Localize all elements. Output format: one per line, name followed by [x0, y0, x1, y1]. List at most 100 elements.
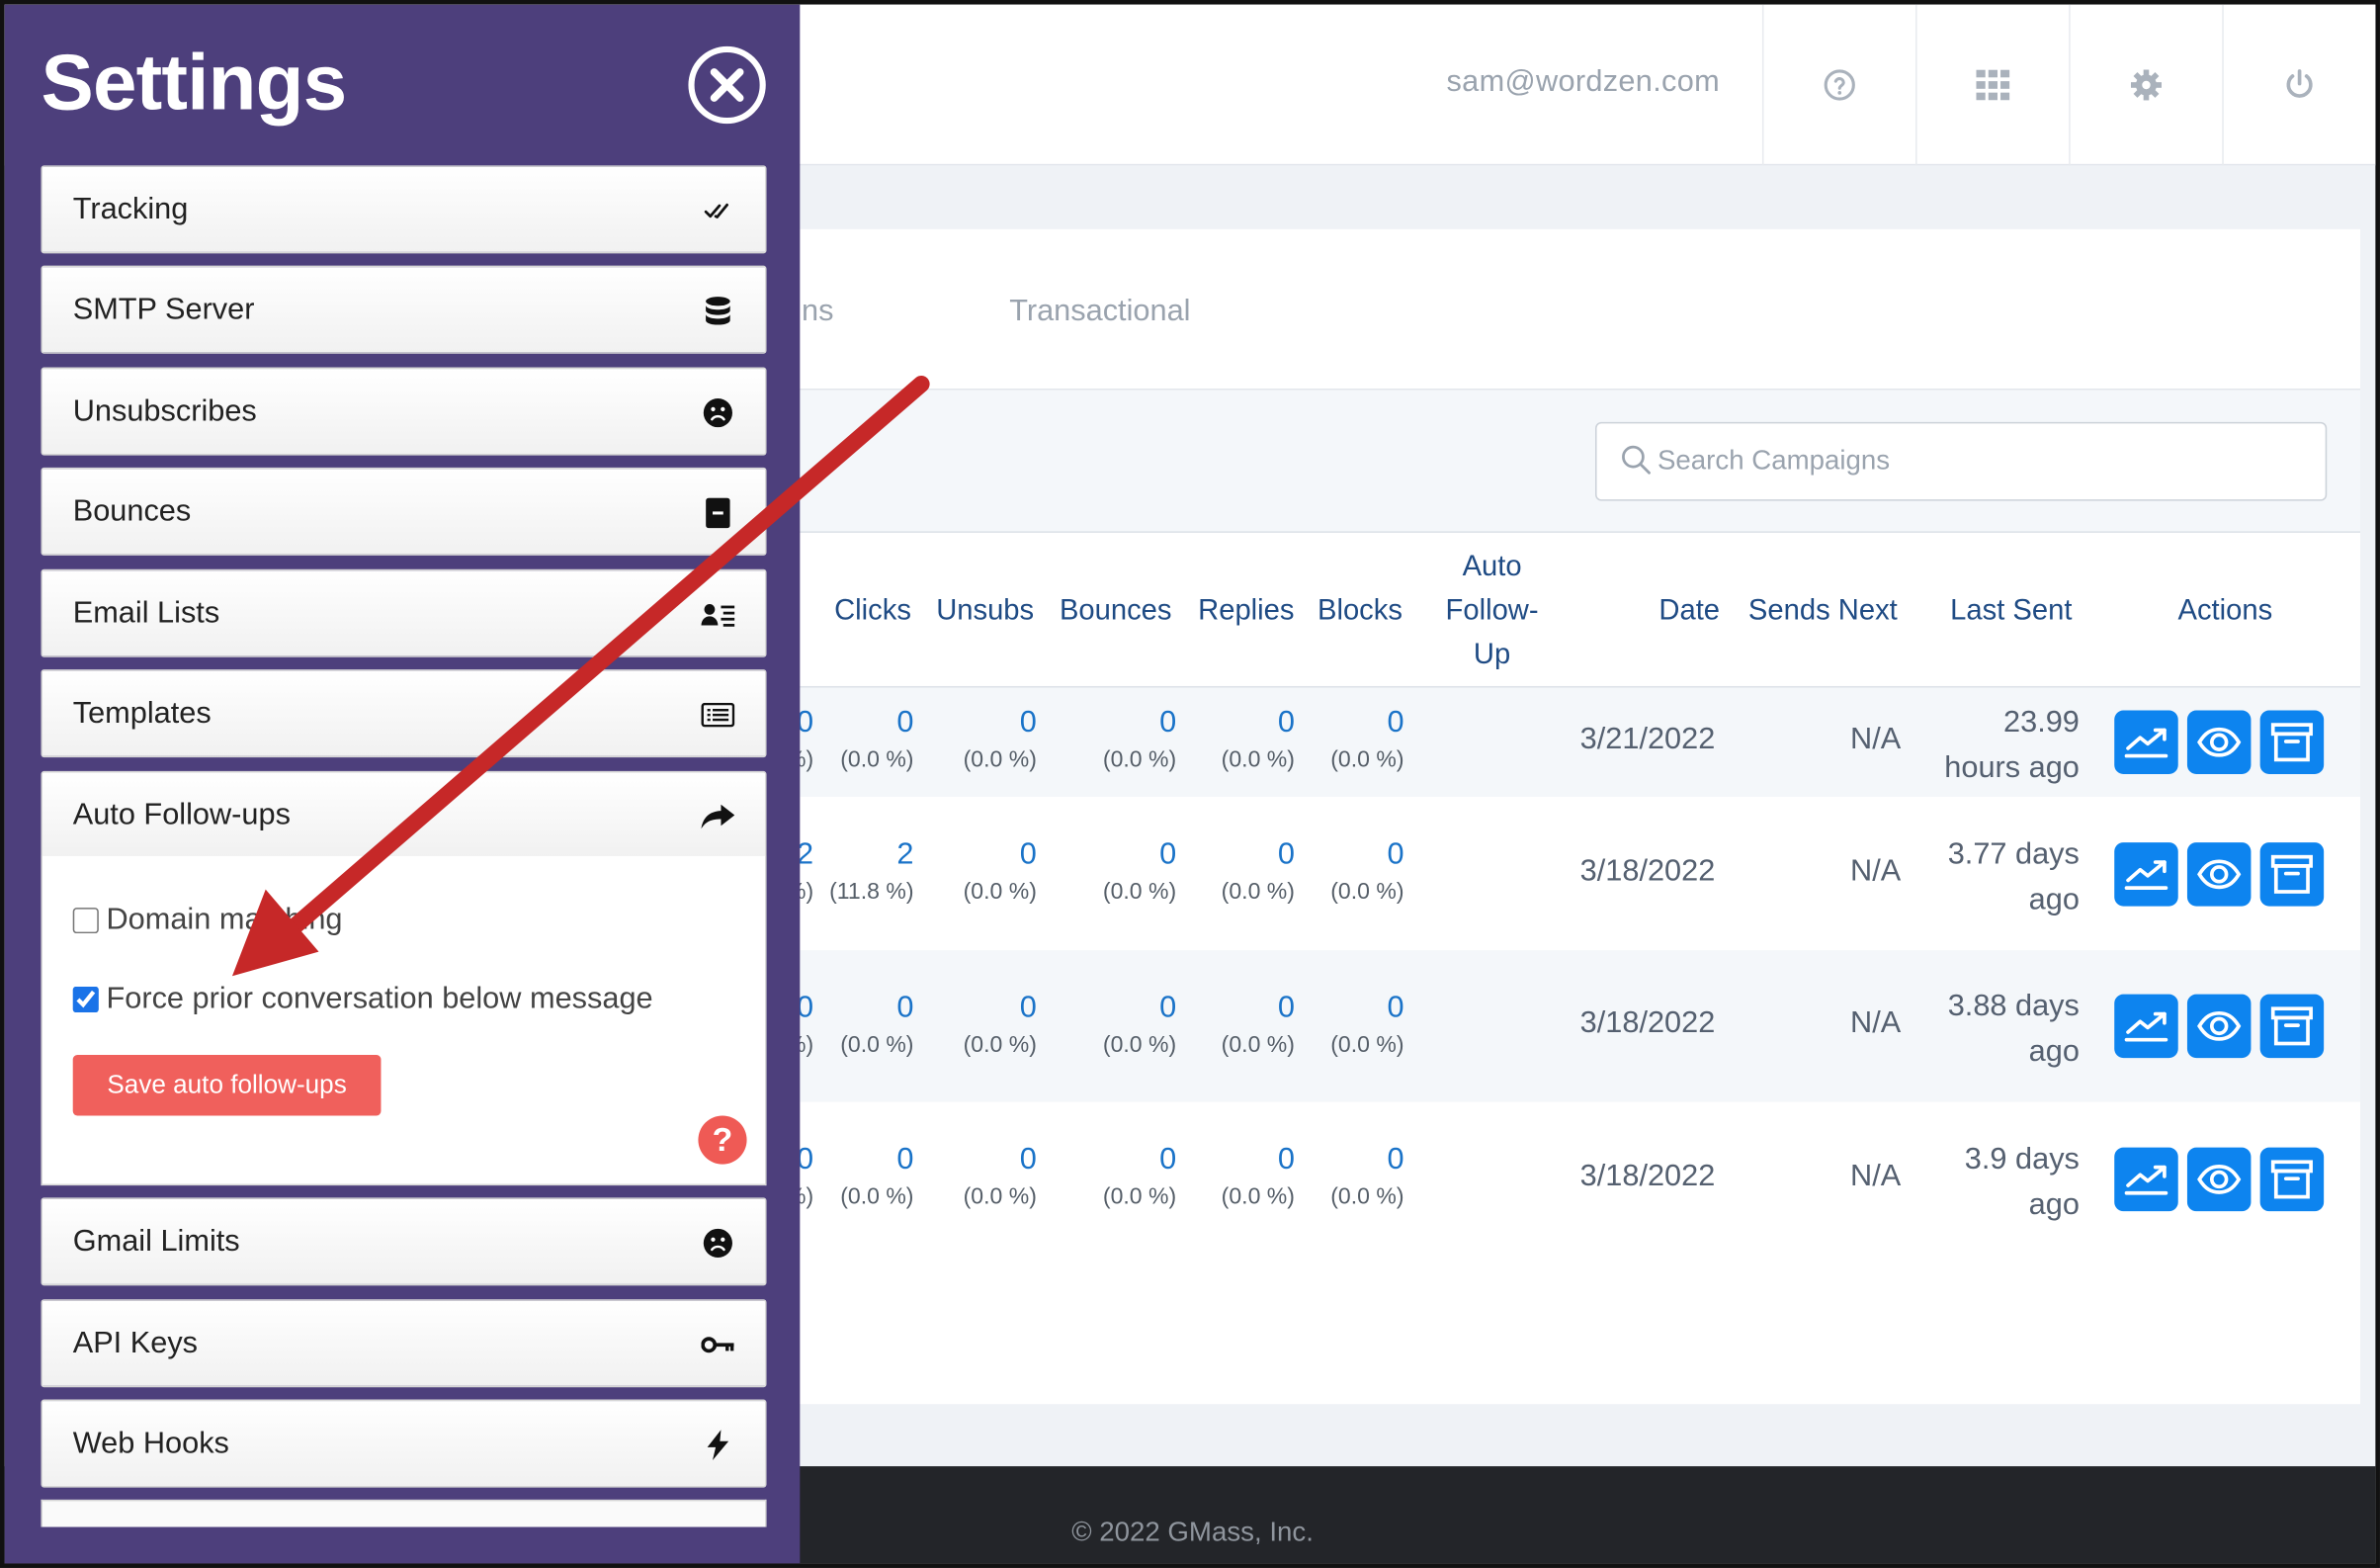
table-row: 0%)0(0.0 %)0(0.0 %)0(0.0 %)0(0.0 %)0(0.0… [786, 950, 2361, 1102]
settings-item-auto-follow-ups[interactable]: Auto Follow-ups [41, 770, 767, 859]
cell-clicks[interactable]: 0 (0.0 %) [840, 1140, 913, 1216]
chart-button[interactable] [2114, 1147, 2178, 1212]
col-bounces[interactable]: Bounces [1052, 533, 1179, 688]
archive-button[interactable] [2259, 994, 2325, 1059]
archive-button[interactable] [2259, 1147, 2325, 1212]
eye-button[interactable] [2186, 842, 2252, 907]
cell-replies[interactable]: 0 (0.0 %) [1222, 1140, 1295, 1216]
unsubs-count[interactable]: 0 [964, 703, 1037, 742]
cell-blocks[interactable]: 0 (0.0 %) [1330, 703, 1403, 779]
settings-item-templates[interactable]: Templates [41, 669, 767, 758]
chart-button[interactable] [2114, 994, 2178, 1059]
col-blocks[interactable]: Blocks [1312, 533, 1408, 688]
account-email[interactable]: sam@wordzen.com [1447, 65, 1720, 100]
bounces-count[interactable]: 0 [1103, 988, 1176, 1027]
cell-blocks[interactable]: 0 (0.0 %) [1330, 1140, 1403, 1216]
replies-count[interactable]: 0 [1222, 834, 1295, 874]
save-auto-follow-ups-button[interactable]: Save auto follow-ups [72, 1055, 382, 1116]
domain-matching-checkbox[interactable] [72, 908, 99, 934]
help-button[interactable] [1761, 4, 1915, 166]
domain-matching-option[interactable]: Domain matching [72, 903, 343, 938]
col-date[interactable]: Date [1647, 533, 1732, 688]
archive-icon [2270, 1006, 2313, 1046]
table-header: ers Clicks Unsubs Bounces Replies Blocks… [757, 533, 2361, 688]
replies-count[interactable]: 0 [1222, 988, 1295, 1027]
replies-count[interactable]: 0 [1222, 703, 1295, 742]
force-prior-checkbox[interactable] [72, 986, 99, 1013]
cell-clicks[interactable]: 0 (0.0 %) [840, 703, 913, 779]
apps-button[interactable] [1915, 4, 2069, 166]
unsubs-count[interactable]: 0 [964, 988, 1037, 1027]
col-sends-next[interactable]: Sends Next [1741, 533, 1905, 688]
settings-item-bounces[interactable]: Bounces [41, 467, 767, 556]
cell-blocks[interactable]: 0 (0.0 %) [1330, 834, 1403, 911]
settings-item-api-keys[interactable]: API Keys [41, 1299, 767, 1388]
blocks-count[interactable]: 0 [1330, 834, 1403, 874]
logout-button[interactable] [2222, 4, 2375, 166]
clicks-percent: (0.0 %) [840, 1183, 914, 1210]
clicks-count[interactable]: 2 [829, 834, 913, 874]
cell-unsubs[interactable]: 0 (0.0 %) [964, 1140, 1037, 1216]
settings-item-email-lists[interactable]: Email Lists [41, 568, 767, 657]
clicks-count[interactable]: 0 [840, 703, 913, 742]
cell-clicks[interactable]: 2 (11.8 %) [829, 834, 913, 911]
clicks-count[interactable]: 0 [840, 1140, 913, 1179]
cell-clicks[interactable]: 0 (0.0 %) [840, 988, 913, 1064]
archive-button[interactable] [2259, 842, 2325, 907]
eye-button[interactable] [2186, 710, 2252, 775]
frown-icon [701, 1228, 734, 1259]
cell-bounces[interactable]: 0 (0.0 %) [1103, 988, 1176, 1064]
search-input[interactable] [1657, 423, 2311, 498]
eye-button[interactable] [2186, 1147, 2252, 1212]
clicks-count[interactable]: 0 [840, 988, 913, 1027]
col-clicks[interactable]: Clicks [827, 533, 918, 688]
settings-button[interactable] [2069, 4, 2222, 166]
cell-replies[interactable]: 0 (0.0 %) [1222, 834, 1295, 911]
search-box[interactable] [1595, 421, 2328, 501]
cell-replies[interactable]: 0 (0.0 %) [1222, 988, 1295, 1064]
col-unsubs[interactable]: Unsubs [927, 533, 1043, 688]
unsubs-count[interactable]: 0 [964, 834, 1037, 874]
bounces-count[interactable]: 0 [1103, 1140, 1176, 1179]
replies-count[interactable]: 0 [1222, 1140, 1295, 1179]
cell-bounces[interactable]: 0 (0.0 %) [1103, 703, 1176, 779]
blocks-count[interactable]: 0 [1330, 988, 1403, 1027]
settings-item-more[interactable] [41, 1499, 767, 1527]
chart-button[interactable] [2114, 710, 2178, 775]
bounces-count[interactable]: 0 [1103, 703, 1176, 742]
col-last-sent[interactable]: Last Sent [1941, 533, 2081, 688]
blocks-count[interactable]: 0 [1330, 1140, 1403, 1179]
blocks-percent: (0.0 %) [1330, 1032, 1404, 1059]
bounces-count[interactable]: 0 [1103, 834, 1176, 874]
eye-button[interactable] [2186, 994, 2252, 1059]
database-icon [701, 296, 734, 326]
cell-bounces[interactable]: 0 (0.0 %) [1103, 1140, 1176, 1216]
col-auto-follow-up[interactable]: Auto Follow-Up [1431, 533, 1553, 688]
clicks-percent: (0.0 %) [840, 1032, 914, 1059]
settings-item-tracking[interactable]: Tracking [41, 165, 767, 254]
bolt-icon [701, 1430, 734, 1460]
close-icon[interactable] [688, 45, 767, 125]
tab-transactional[interactable]: Transactional [1009, 295, 1190, 329]
settings-item-web-hooks[interactable]: Web Hooks [41, 1399, 767, 1488]
unsubs-count[interactable]: 0 [964, 1140, 1037, 1179]
table-row: 0%)0(0.0 %)0(0.0 %)0(0.0 %)0(0.0 %)0(0.0… [786, 1102, 2360, 1256]
col-replies[interactable]: Replies [1192, 533, 1302, 688]
settings-item-gmail-limits[interactable]: Gmail Limits [41, 1197, 767, 1286]
eye-icon [2197, 859, 2242, 890]
settings-item-smtp-server[interactable]: SMTP Server [41, 265, 767, 354]
blocks-count[interactable]: 0 [1330, 703, 1403, 742]
cell-unsubs[interactable]: 0 (0.0 %) [964, 703, 1037, 779]
cell-unsubs[interactable]: 0 (0.0 %) [964, 834, 1037, 911]
cell-blocks[interactable]: 0 (0.0 %) [1330, 988, 1403, 1064]
help-icon[interactable]: ? [698, 1115, 747, 1165]
cell-replies[interactable]: 0 (0.0 %) [1222, 703, 1295, 779]
bounces-percent: (0.0 %) [1102, 746, 1177, 773]
settings-item-unsubscribes[interactable]: Unsubscribes [41, 367, 767, 456]
force-prior-option[interactable]: Force prior conversation below message [72, 982, 653, 1016]
cell-bounces[interactable]: 0 (0.0 %) [1103, 834, 1176, 911]
chart-button[interactable] [2114, 842, 2178, 907]
cell-unsubs[interactable]: 0 (0.0 %) [964, 988, 1037, 1064]
domain-matching-label: Domain matching [106, 903, 343, 937]
archive-button[interactable] [2259, 710, 2325, 775]
